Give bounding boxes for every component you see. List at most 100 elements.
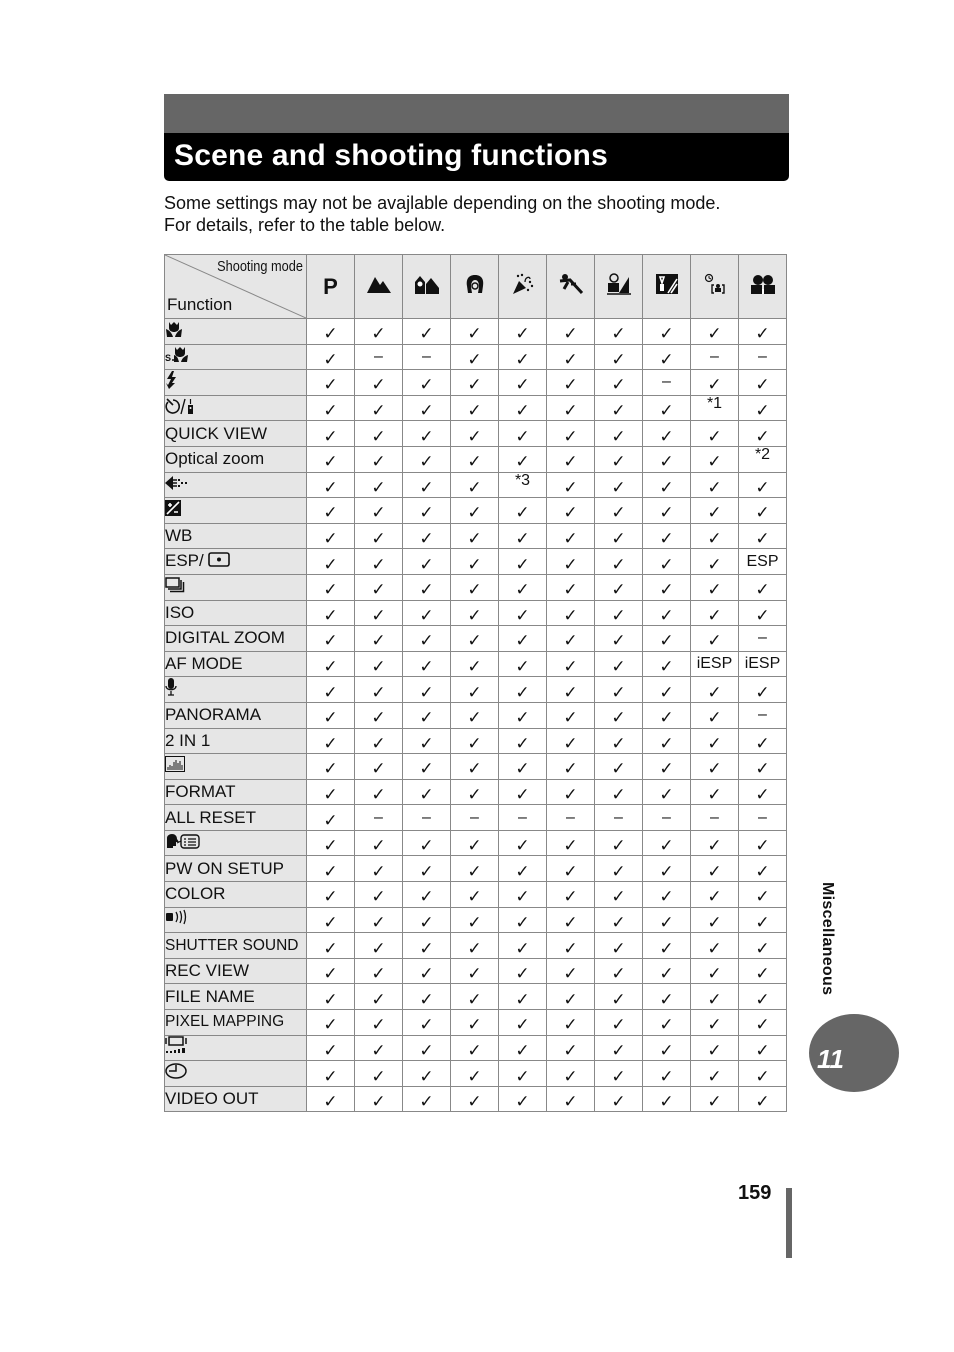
value-cell: ✓ [402,829,451,857]
not-available-dash: – [758,347,767,365]
check-mark: ✓ [659,861,674,882]
check-mark: ✓ [755,1040,770,1061]
function-label: REC VIEW [165,961,250,981]
check-mark: ✓ [467,989,482,1010]
intro-line-1: Some settings may not be avajlable depen… [164,193,721,213]
check-mark: ✓ [467,580,482,601]
check-mark: ✓ [659,759,674,780]
check-mark: ✓ [563,733,578,754]
table-row: REC VIEW ✓ ✓ ✓ ✓ ✓ ✓ ✓ ✓ ✓ ✓ [164,957,787,985]
check-mark: ✓ [467,964,482,985]
value-cell: ✓ [402,573,451,601]
value-cell: ✓ [642,573,691,601]
value-cell: ✓ [690,727,739,755]
chapter-badge: 11 [809,1014,899,1092]
value-cell: ✓ [690,318,739,345]
value-cell: ✓ [690,497,739,524]
check-mark: ✓ [707,861,722,882]
value-cell: – [498,804,547,831]
value-cell: ✓ [546,778,595,806]
value-cell: ✓ [546,701,595,729]
check-mark: ✓ [515,733,530,754]
value-cell: ✓ [306,1034,355,1062]
value-cell: ✓ [498,522,547,550]
function-label: PIXEL MAPPING [165,1013,285,1031]
check-mark: ✓ [611,1066,626,1087]
value-cell: ✓ [450,420,499,447]
check-mark: ✓ [659,1092,674,1113]
check-mark: ✓ [515,887,530,908]
value-cell: ✓ [546,906,595,934]
value-cell: ✓ [402,701,451,729]
value-cell: ✓ [738,727,787,755]
value-cell: ✓ [642,753,691,780]
value-cell: ✓ [306,804,355,831]
value-cell: ✓ [738,753,787,780]
function-label: PANORAMA [165,705,262,725]
value-cell: ✓ [306,625,355,652]
check-mark: ✓ [659,580,674,601]
value-cell: ✓ [450,1034,499,1062]
value-cell: ✓ [546,445,595,473]
check-mark: ✓ [659,452,674,473]
check-mark: ✓ [371,1040,386,1061]
mode-header-self-portrait [690,254,739,319]
check-mark: ✓ [467,1092,482,1113]
title-band [164,94,789,134]
value-cell: ✓ [546,343,595,371]
value-cell: ✓ [738,497,787,524]
value-cell: ✓ [306,420,355,447]
check-mark: ✓ [659,1015,674,1036]
value-cell: ✓ [354,881,403,908]
value-cell: ✓ [354,599,403,627]
value-cell: ✓ [594,753,643,780]
value-cell: ✓ [594,420,643,447]
check-mark: ✓ [419,1066,434,1087]
check-mark: ✓ [467,1015,482,1036]
function-cell: VIDEO OUT [164,1085,307,1113]
mode-header-landscape-portrait [402,254,451,319]
value-cell: ✓ [498,855,547,883]
value-cell: ✓ [450,727,499,755]
check-mark: ✓ [419,657,434,678]
value-cell: ✓ [546,753,595,780]
value-cell: ✓ [306,983,355,1011]
check-mark: ✓ [515,426,530,447]
value-cell: ✓ [738,881,787,908]
value-cell: – [642,369,691,396]
check-mark: ✓ [755,375,770,396]
check-mark: ✓ [563,836,578,857]
value-cell: ✓ [546,394,595,422]
check-mark: ✓ [563,349,578,370]
check-mark: ✓ [467,887,482,908]
value-cell: ✓ [642,497,691,524]
value-cell: ✓ [354,522,403,550]
check-mark: ✓ [467,529,482,550]
value-cell: ✓ [450,318,499,345]
check-mark: ✓ [515,682,530,703]
value-cell: – [402,343,451,371]
check-mark: ✓ [371,1015,386,1036]
value-cell: ✓ [594,1034,643,1062]
check-mark: ✓ [707,1040,722,1061]
check-mark: ✓ [323,580,338,601]
value-cell: ✓ [402,1085,451,1113]
mode-header-beach-snow [594,254,643,319]
value-cell: *1 [690,394,739,422]
table-row: PW ON SETUP ✓ ✓ ✓ ✓ ✓ ✓ ✓ ✓ ✓ ✓ [164,855,787,883]
check-mark: ✓ [563,324,578,345]
check-mark: ✓ [371,605,386,626]
check-mark: ✓ [323,529,338,550]
check-mark: ✓ [755,733,770,754]
value-cell: ✓ [690,573,739,601]
check-mark: ✓ [371,426,386,447]
check-mark: ✓ [707,784,722,805]
check-mark: ✓ [371,733,386,754]
value-cell: ✓ [450,983,499,1011]
value-text: ESP [746,552,779,570]
function-cell: COLOR [164,881,307,908]
check-mark: ✓ [707,964,722,985]
section-tab-label: Miscellaneous [819,882,836,996]
check-mark: ✓ [611,836,626,857]
check-mark: ✓ [563,708,578,729]
